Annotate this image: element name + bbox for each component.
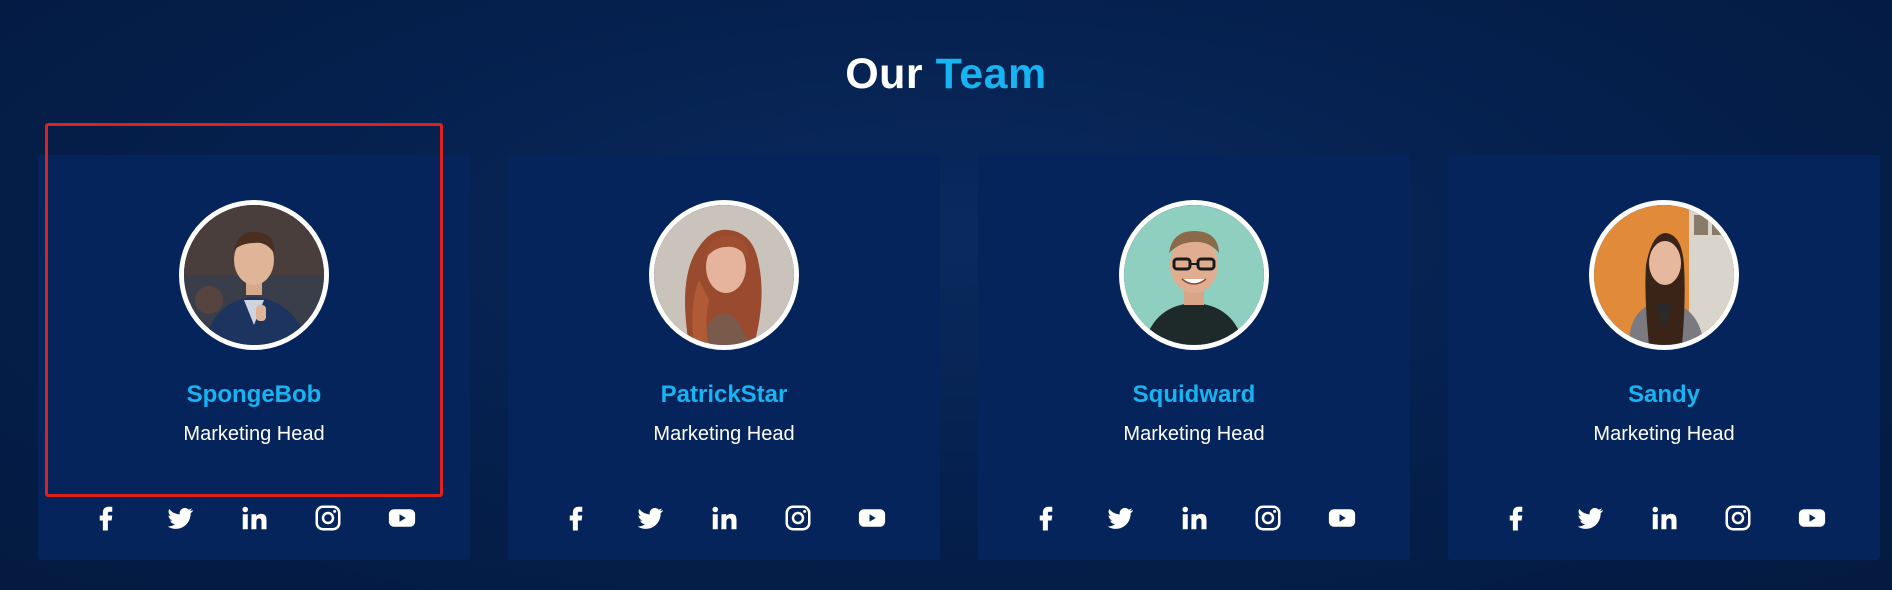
facebook-icon[interactable] bbox=[1498, 500, 1534, 536]
member-role: Marketing Head bbox=[1593, 423, 1735, 445]
avatar bbox=[1589, 200, 1739, 350]
member-name: Sandy bbox=[1627, 381, 1701, 408]
section-title-accent: Team bbox=[935, 50, 1047, 98]
member-name: Squidward bbox=[1132, 381, 1256, 408]
instagram-icon[interactable] bbox=[1720, 500, 1756, 536]
member-role: Marketing Head bbox=[653, 423, 795, 445]
instagram-icon[interactable] bbox=[780, 500, 816, 536]
section-title: Our Team bbox=[0, 50, 1892, 99]
instagram-icon[interactable] bbox=[310, 500, 346, 536]
member-name: SpongeBob bbox=[186, 381, 322, 408]
member-name: PatrickStar bbox=[660, 381, 788, 408]
man-in-suit-portrait bbox=[184, 205, 324, 345]
facebook-icon[interactable] bbox=[558, 500, 594, 536]
twitter-icon[interactable] bbox=[162, 500, 198, 536]
team-card: SpongeBob Marketing Head bbox=[38, 155, 470, 560]
youtube-icon[interactable] bbox=[1794, 500, 1830, 536]
twitter-icon[interactable] bbox=[632, 500, 668, 536]
linkedin-icon[interactable] bbox=[1646, 500, 1682, 536]
linkedin-icon[interactable] bbox=[236, 500, 272, 536]
youtube-icon[interactable] bbox=[384, 500, 420, 536]
instagram-icon[interactable] bbox=[1250, 500, 1286, 536]
man-glasses-portrait bbox=[1124, 205, 1264, 345]
linkedin-icon[interactable] bbox=[1176, 500, 1212, 536]
member-role: Marketing Head bbox=[1123, 423, 1265, 445]
linkedin-icon[interactable] bbox=[706, 500, 742, 536]
avatar bbox=[1119, 200, 1269, 350]
member-role: Marketing Head bbox=[183, 423, 325, 445]
woman-red-hair-portrait bbox=[654, 205, 794, 345]
avatar bbox=[179, 200, 329, 350]
twitter-icon[interactable] bbox=[1572, 500, 1608, 536]
youtube-icon[interactable] bbox=[1324, 500, 1360, 536]
youtube-icon[interactable] bbox=[854, 500, 890, 536]
team-card: PatrickStar Marketing Head bbox=[508, 155, 940, 560]
facebook-icon[interactable] bbox=[1028, 500, 1064, 536]
team-cards: SpongeBob Marketing Head PatrickStar Mar… bbox=[38, 155, 1880, 560]
team-card: Squidward Marketing Head bbox=[978, 155, 1410, 560]
social-links bbox=[1448, 500, 1880, 536]
social-links bbox=[508, 500, 940, 536]
social-links bbox=[978, 500, 1410, 536]
facebook-icon[interactable] bbox=[88, 500, 124, 536]
section-title-plain: Our bbox=[845, 50, 936, 98]
team-card: Sandy Marketing Head bbox=[1448, 155, 1880, 560]
avatar bbox=[649, 200, 799, 350]
social-links bbox=[38, 500, 470, 536]
woman-gray-blazer-portrait bbox=[1594, 205, 1734, 345]
twitter-icon[interactable] bbox=[1102, 500, 1138, 536]
